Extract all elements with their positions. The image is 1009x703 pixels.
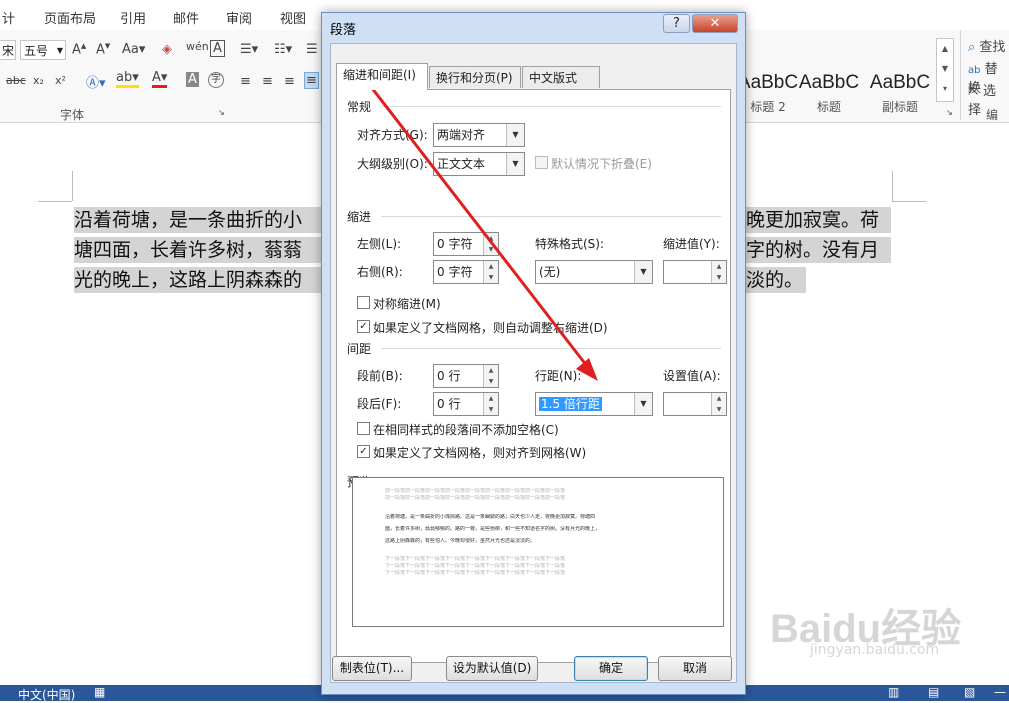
- annotation-arrow: [356, 68, 598, 381]
- tab-indents-spacing[interactable]: 缩进和间距(I): [336, 63, 428, 90]
